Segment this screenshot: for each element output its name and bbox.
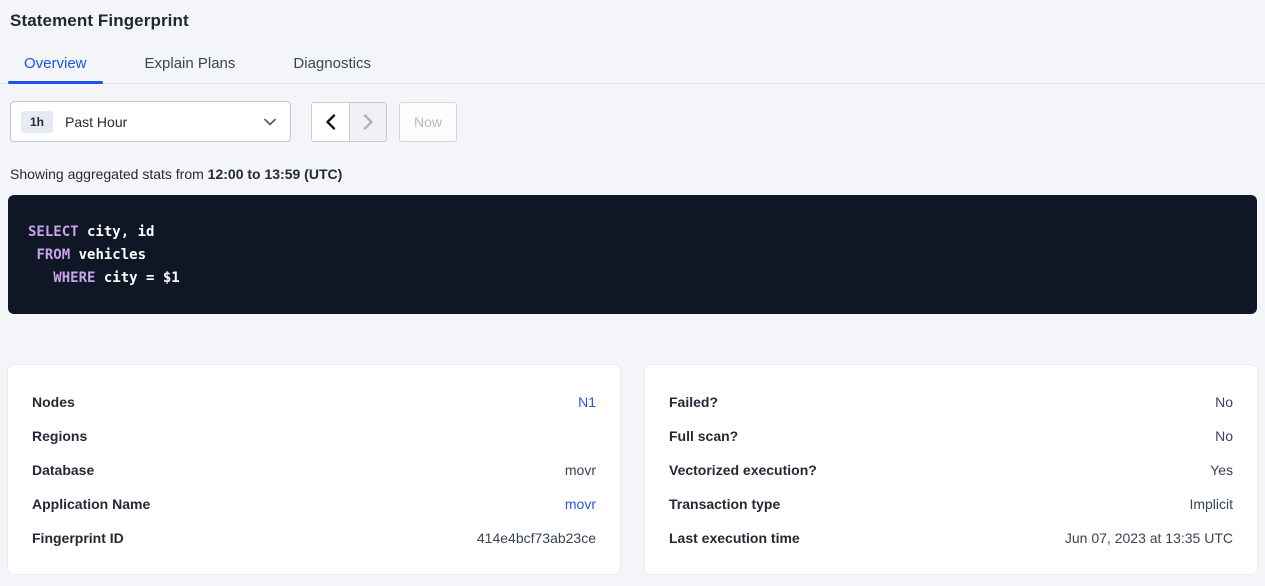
summary-row-label: Application Name bbox=[32, 496, 150, 512]
summary-row-value: No bbox=[1215, 394, 1233, 410]
next-interval-button[interactable] bbox=[349, 103, 386, 141]
summary-row-label: Fingerprint ID bbox=[32, 530, 124, 546]
execution-attributes-card: Failed? No Full scan? No Vectorized executio… bbox=[645, 365, 1257, 574]
summary-row: Fingerprint ID 414e4bcf73ab23ce bbox=[32, 521, 596, 555]
tab-diagnostics[interactable]: Diagnostics bbox=[277, 46, 387, 83]
summary-row: Failed? No bbox=[669, 385, 1233, 419]
summary-row: Full scan? No bbox=[669, 419, 1233, 453]
summary-row-value: Implicit bbox=[1189, 496, 1233, 512]
tab-explain-plans[interactable]: Explain Plans bbox=[129, 46, 252, 83]
summary-row-label: Nodes bbox=[32, 394, 75, 410]
summary-row: Last execution time Jun 07, 2023 at 13:35… bbox=[669, 521, 1233, 555]
summary-row: Transaction type Implicit bbox=[669, 487, 1233, 521]
summary-row: Vectorized execution? Yes bbox=[669, 453, 1233, 487]
tab-overview[interactable]: Overview bbox=[8, 46, 103, 83]
time-interval-dropdown[interactable]: 1h Past Hour bbox=[10, 101, 291, 142]
sql-line: WHERE city = $1 bbox=[28, 267, 1237, 290]
chevron-down-icon bbox=[264, 118, 276, 126]
summary-row-label: Transaction type bbox=[669, 496, 780, 512]
summary-cards: NodesN1RegionsDatabasemovrApplication Na… bbox=[8, 365, 1257, 574]
summary-row-label: Regions bbox=[32, 428, 87, 444]
sql-line: FROM vehicles bbox=[28, 244, 1237, 267]
summary-row-label: Vectorized execution? bbox=[669, 462, 817, 478]
sql-code: SELECT city, id FROM vehicles WHERE city… bbox=[28, 221, 1237, 290]
summary-row: Application Name movr bbox=[32, 487, 596, 521]
tab-bar: Overview Explain Plans Diagnostics bbox=[0, 46, 1265, 84]
summary-row-value-link[interactable]: N1 bbox=[578, 394, 596, 410]
summary-row-value: 414e4bcf73ab23ce bbox=[477, 530, 596, 546]
summary-row: Database movr bbox=[32, 453, 596, 487]
stats-prefix: Showing aggregated stats from bbox=[10, 166, 208, 182]
aggregated-stats-line: Showing aggregated stats from 12:00 to 1… bbox=[10, 166, 1255, 182]
sql-line: SELECT city, id bbox=[28, 221, 1237, 244]
summary-row-value: Jun 07, 2023 at 13:35 UTC bbox=[1065, 530, 1233, 546]
chevron-left-icon bbox=[325, 114, 336, 130]
time-interval-badge: 1h bbox=[21, 111, 53, 133]
summary-row-value: No bbox=[1215, 428, 1233, 444]
stats-time-range: 12:00 to 13:59 (UTC) bbox=[208, 166, 343, 182]
summary-row-label: Failed? bbox=[669, 394, 718, 410]
chevron-right-icon bbox=[363, 114, 374, 130]
summary-row: Regions bbox=[32, 419, 596, 453]
page-header: Statement Fingerprint bbox=[0, 0, 1265, 31]
time-interval-label: Past Hour bbox=[65, 114, 127, 130]
summary-row-value: Yes bbox=[1210, 462, 1233, 478]
page-title: Statement Fingerprint bbox=[10, 11, 1255, 31]
summary-row-value-link[interactable]: movr bbox=[565, 496, 596, 512]
now-button[interactable]: Now bbox=[399, 102, 457, 142]
time-nav-group bbox=[311, 102, 387, 142]
summary-row-label: Database bbox=[32, 462, 94, 478]
summary-row-value: movr bbox=[565, 462, 596, 478]
summary-row-label: Last execution time bbox=[669, 530, 800, 546]
previous-interval-button[interactable] bbox=[312, 103, 349, 141]
summary-row-label: Full scan? bbox=[669, 428, 738, 444]
sql-statement-box: SELECT city, id FROM vehicles WHERE city… bbox=[8, 195, 1257, 314]
summary-row: Nodes N1 bbox=[32, 385, 596, 419]
time-toolbar: 1h Past Hour Now bbox=[10, 101, 1255, 142]
statement-details-card: NodesN1RegionsDatabasemovrApplication Na… bbox=[8, 365, 620, 574]
